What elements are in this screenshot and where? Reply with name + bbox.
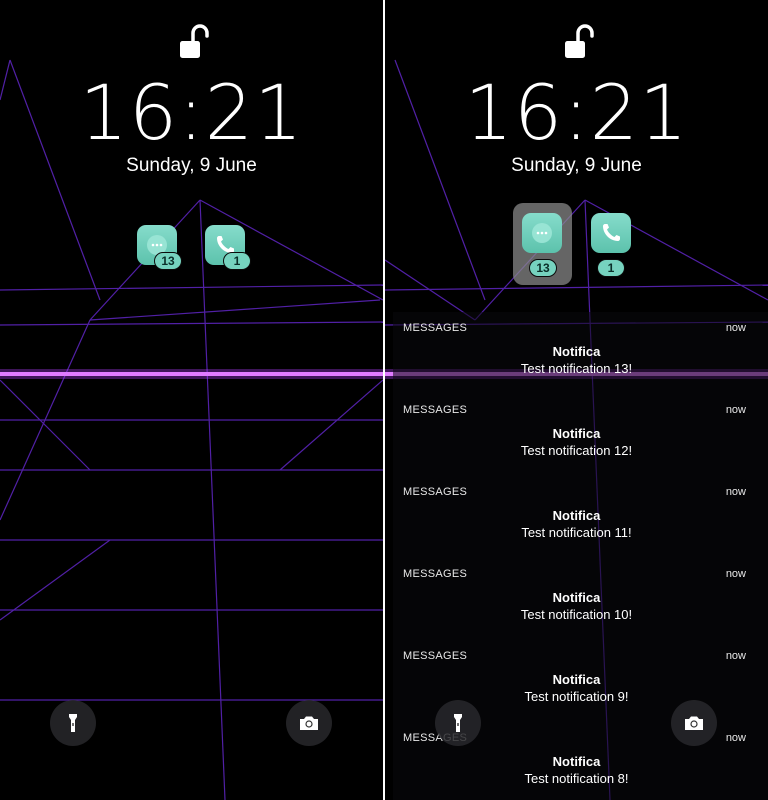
notification-body: Test notification 10! <box>520 607 633 622</box>
notification-title: Notifica <box>552 426 601 441</box>
notification-title: Notifica <box>552 672 601 687</box>
flashlight-icon <box>69 714 77 732</box>
notification-title: Notifica <box>552 590 601 605</box>
notification-time: now <box>725 650 746 662</box>
camera-button[interactable] <box>671 700 717 746</box>
notification-title: Notifica <box>552 754 601 769</box>
clock-date: Sunday, 9 June <box>511 155 642 176</box>
lock-screen-right: 16:21 Sunday, 9 June 13 1 MESSAGES now N… <box>385 0 768 800</box>
notification-item[interactable]: MESSAGES now Notifica Test notification … <box>385 312 768 394</box>
notification-title: Notifica <box>552 344 601 359</box>
notification-app-name: MESSAGES <box>403 404 468 416</box>
notification-title: Notifica <box>552 508 601 523</box>
notification-time: now <box>725 732 746 744</box>
clock-time: 16:21 <box>79 68 304 157</box>
phone-badge: 1 <box>597 259 625 277</box>
notification-app-name: MESSAGES <box>403 322 468 334</box>
unlocked-padlock-icon <box>180 24 209 58</box>
notification-time: now <box>725 486 746 498</box>
camera-icon <box>300 716 318 730</box>
messages-icon <box>532 223 552 243</box>
phone-icon <box>603 224 620 241</box>
notification-app-name: MESSAGES <box>403 650 468 662</box>
lock-screen-left: 16:21 Sunday, 9 June 13 1 <box>0 0 383 800</box>
notification-time: now <box>725 322 746 334</box>
flashlight-button[interactable] <box>435 700 481 746</box>
flashlight-icon <box>454 714 462 732</box>
phone-badge: 1 <box>223 252 251 270</box>
notification-time: now <box>725 568 746 580</box>
notification-item[interactable]: MESSAGES now Notifica Test notification … <box>385 476 768 558</box>
notification-body: Test notification 9! <box>524 689 629 704</box>
notification-body: Test notification 13! <box>520 361 633 376</box>
notification-item[interactable]: MESSAGES now Notifica Test notification … <box>385 394 768 476</box>
messages-app-stack[interactable] <box>522 213 562 253</box>
clock-time: 16:21 <box>464 68 689 157</box>
messages-badge: 13 <box>529 259 557 277</box>
camera-icon <box>685 716 703 730</box>
flashlight-button[interactable] <box>50 700 96 746</box>
notification-body: Test notification 11! <box>521 525 632 540</box>
unlocked-padlock-icon <box>565 24 594 58</box>
clock-date: Sunday, 9 June <box>126 155 257 176</box>
notification-time: now <box>725 404 746 416</box>
phone-app-stack[interactable] <box>591 213 631 253</box>
messages-badge: 13 <box>154 252 182 270</box>
notification-body: Test notification 12! <box>520 443 633 458</box>
camera-button[interactable] <box>286 700 332 746</box>
notification-app-name: MESSAGES <box>403 568 468 580</box>
notification-app-name: MESSAGES <box>403 486 468 498</box>
notification-item[interactable]: MESSAGES now Notifica Test notification … <box>385 558 768 640</box>
notification-body: Test notification 8! <box>524 771 629 786</box>
